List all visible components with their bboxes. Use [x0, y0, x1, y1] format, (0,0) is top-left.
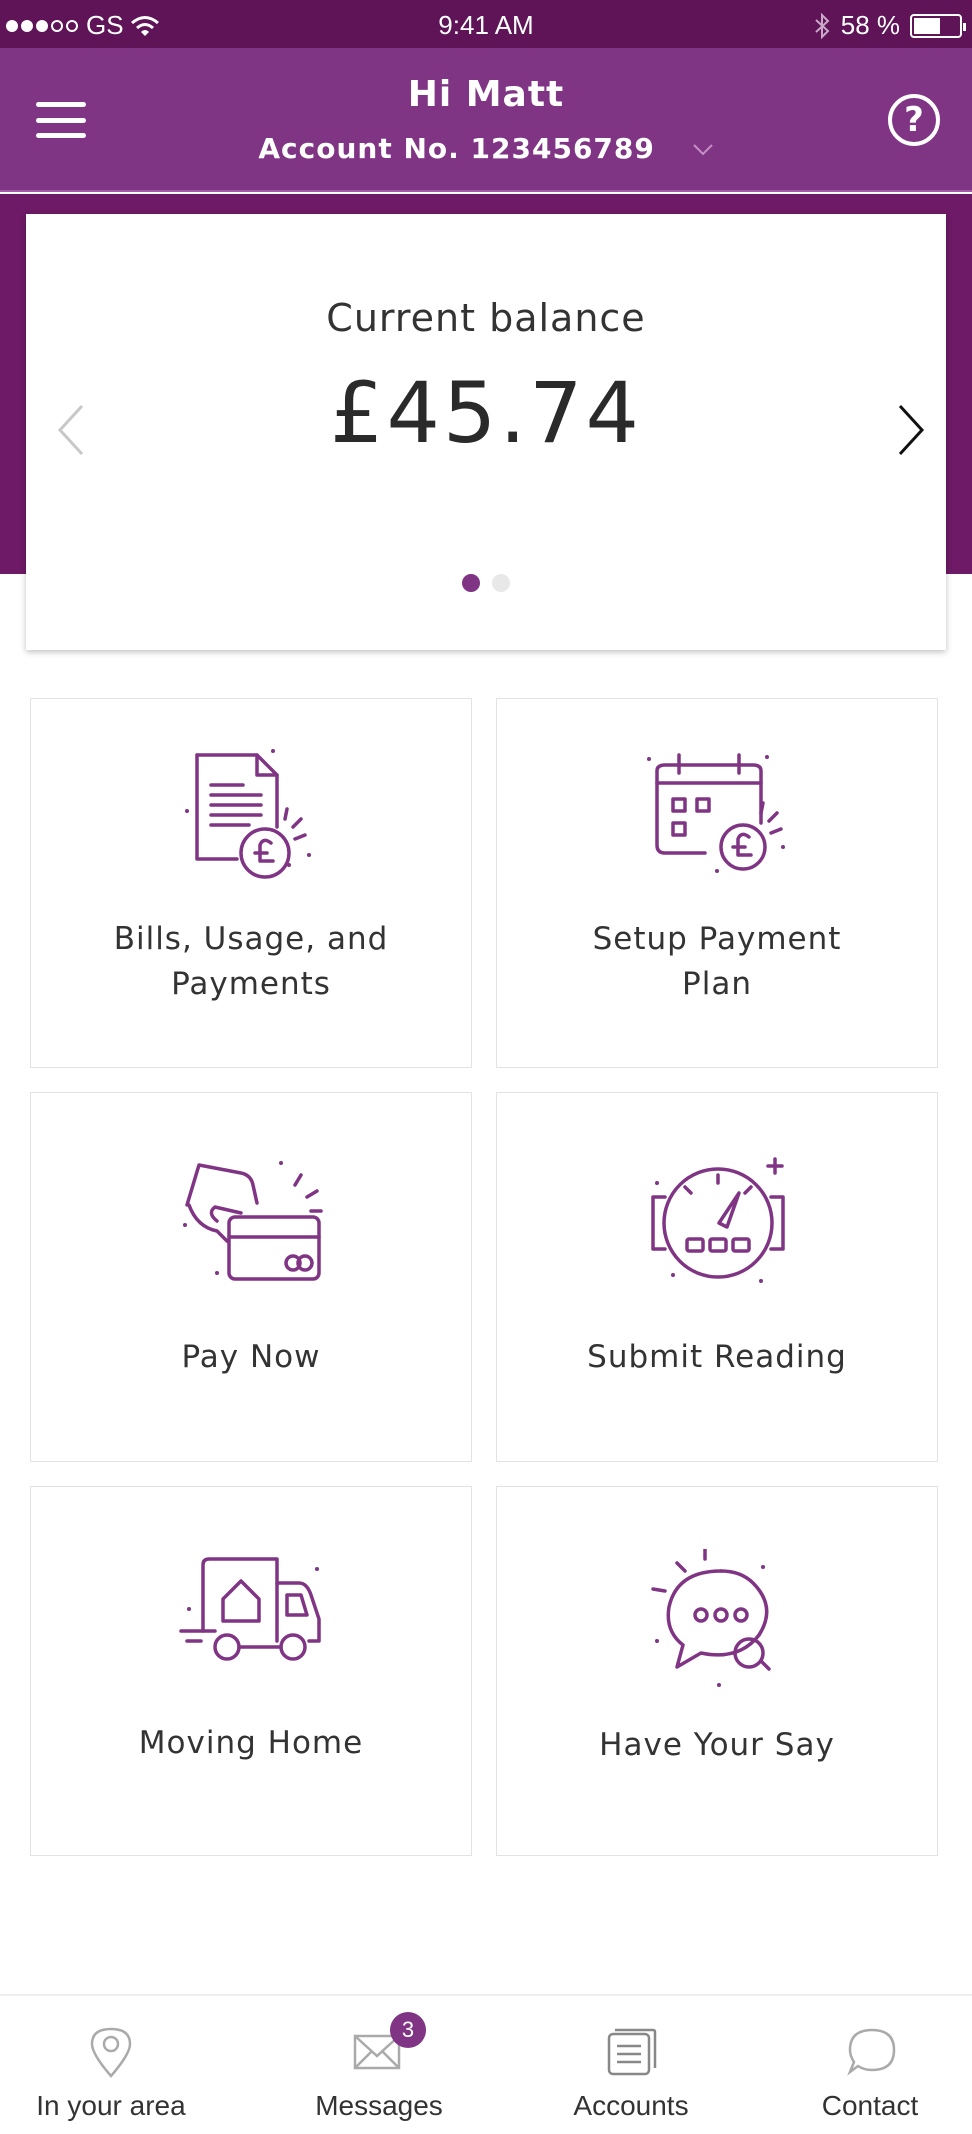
- tile-label-line: Setup Payment: [592, 921, 842, 957]
- battery-level: [914, 17, 940, 34]
- nav-label: Contact: [821, 2090, 919, 2121]
- page-dot-active: [462, 574, 480, 592]
- tile-pay-now[interactable]: Pay Now: [30, 1092, 472, 1462]
- page-indicator: [26, 574, 946, 592]
- unread-badge: 3: [390, 2012, 426, 2048]
- nav-item-contact[interactable]: Contact: [768, 1996, 972, 2134]
- tile-label-moving-home: Moving Home: [138, 1725, 364, 1761]
- battery-icon: [910, 13, 966, 38]
- tile-label-line: Payments: [171, 966, 331, 1002]
- chevron-down-icon: [692, 144, 713, 156]
- battery-percent: 58 %: [840, 10, 900, 40]
- calendar-pound-icon: [647, 753, 785, 873]
- tile-setup-payment-plan[interactable]: Setup Payment Plan: [496, 698, 938, 1068]
- nav-label: Accounts: [573, 2090, 689, 2121]
- status-bar: GS 9:41 AM 58 %: [0, 0, 972, 48]
- balance-amount: £45.74: [330, 364, 642, 462]
- moving-van-icon: [179, 1557, 321, 1661]
- account-selector[interactable]: Account No. 123456789: [0, 132, 972, 165]
- help-icon[interactable]: ?: [888, 94, 940, 146]
- documents-icon: [607, 2028, 657, 2076]
- app-header: Hi Matt Account No. 123456789 ?: [0, 48, 972, 192]
- chat-bubble-icon: [651, 1549, 771, 1687]
- page-dot: [492, 574, 510, 592]
- tile-label-have-your-say: Have Your Say: [599, 1727, 835, 1763]
- greeting-title: Hi Matt: [407, 74, 565, 115]
- balance-label: Current balance: [326, 296, 646, 340]
- tile-moving-home[interactable]: Moving Home: [30, 1486, 472, 1856]
- nav-label: Messages: [315, 2090, 443, 2121]
- meter-gauge-icon: [651, 1157, 785, 1283]
- bill-pound-icon: [185, 749, 311, 879]
- tile-label-submit-reading: Submit Reading: [587, 1339, 847, 1375]
- bottom-nav: In your area 3 Messages Accounts Contact: [0, 1994, 972, 2134]
- balance-card[interactable]: Current balance £45.74: [26, 214, 946, 650]
- tile-label-line: Plan: [682, 966, 752, 1002]
- tile-label-bills: Bills, Usage, and Payments: [51, 917, 451, 1007]
- tile-have-your-say[interactable]: Have Your Say: [496, 1486, 938, 1856]
- tile-label-pay-now: Pay Now: [181, 1339, 321, 1375]
- tile-submit-reading[interactable]: Submit Reading: [496, 1092, 938, 1462]
- status-right: 58 %: [813, 10, 966, 41]
- nav-item-messages[interactable]: 3 Messages: [266, 1996, 492, 2134]
- chevron-right-icon[interactable]: [892, 400, 932, 460]
- location-pin-icon: [90, 2027, 132, 2078]
- tile-label-payment-plan: Setup Payment Plan: [517, 917, 917, 1007]
- tile-label-line: Bills, Usage, and: [113, 921, 389, 957]
- nav-item-in-your-area[interactable]: In your area: [0, 1996, 222, 2134]
- nav-label: In your area: [36, 2090, 186, 2121]
- hand-card-icon: [183, 1161, 323, 1281]
- bluetooth-icon: [815, 12, 830, 39]
- tile-bills-usage-payments[interactable]: Bills, Usage, and Payments: [30, 698, 472, 1068]
- nav-item-accounts[interactable]: Accounts: [518, 1996, 744, 2134]
- chevron-left-icon[interactable]: [50, 400, 90, 460]
- account-number: Account No. 123456789: [258, 132, 655, 165]
- speech-bubble-icon: [847, 2028, 896, 2076]
